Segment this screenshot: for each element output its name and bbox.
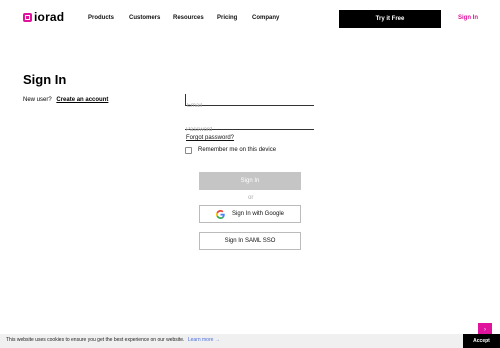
top-navigation: iorad Products Customers Resources Prici… xyxy=(0,0,500,38)
nav-item-customers[interactable]: Customers xyxy=(129,14,160,22)
or-divider: or xyxy=(248,195,254,201)
forgot-password-link[interactable]: Forgot password? xyxy=(186,134,234,142)
cookie-message: This website uses cookies to ensure you … xyxy=(6,337,220,344)
remember-label: Remember me on this device xyxy=(198,147,277,153)
nav-item-resources[interactable]: Resources xyxy=(173,14,204,22)
remember-me[interactable]: Remember me on this device xyxy=(185,146,276,154)
nav-item-pricing[interactable]: Pricing xyxy=(217,14,237,22)
email-field[interactable] xyxy=(186,100,314,112)
chevron-up-icon: › xyxy=(484,326,486,333)
email-field-wrapper xyxy=(185,94,314,112)
new-user-prompt: New user? Create an account xyxy=(23,96,108,104)
saml-signin-button[interactable]: Sign In SAML SSO xyxy=(199,232,301,250)
password-field-wrapper xyxy=(185,118,314,136)
try-it-free-button[interactable]: Try it Free xyxy=(339,10,441,28)
logo-mark-icon xyxy=(23,12,32,22)
google-signin-label: Sign In with Google xyxy=(231,211,285,217)
nav-item-company[interactable]: Company xyxy=(252,14,279,22)
cookie-text: This website uses cookies to ensure you … xyxy=(6,337,185,343)
sign-in-button[interactable]: Sign In xyxy=(199,172,301,190)
nav-item-products[interactable]: Products xyxy=(88,14,114,22)
logo-text: iorad xyxy=(34,10,65,24)
google-icon xyxy=(215,209,225,219)
new-user-label: New user? xyxy=(23,97,52,103)
create-account-link[interactable]: Create an account xyxy=(56,97,108,103)
google-signin-button[interactable]: Sign In with Google xyxy=(199,205,301,223)
cookie-banner: This website uses cookies to ensure you … xyxy=(0,334,500,348)
nav-signin-link[interactable]: Sign In xyxy=(458,14,478,22)
learn-more-link[interactable]: Learn more → xyxy=(188,337,220,343)
logo[interactable]: iorad xyxy=(23,11,64,23)
remember-checkbox[interactable] xyxy=(185,146,192,154)
accept-cookies-button[interactable]: Accept xyxy=(463,334,500,348)
page-title: Sign In xyxy=(23,72,67,87)
